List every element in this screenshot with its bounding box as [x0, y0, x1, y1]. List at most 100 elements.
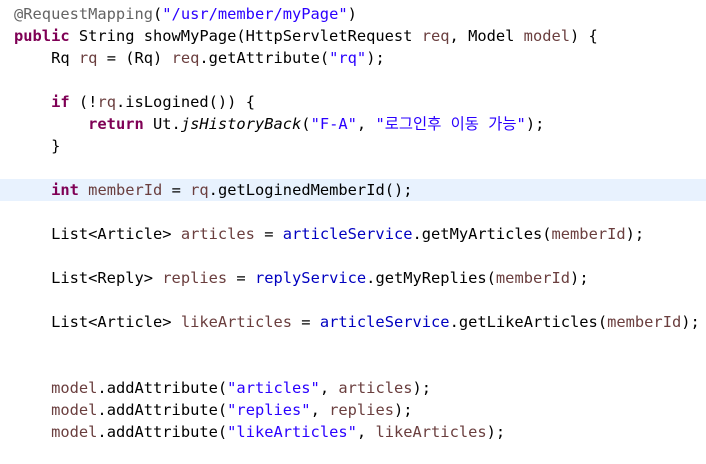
- code-line[interactable]: List<Article> likeArticles = articleServ…: [0, 311, 706, 333]
- code-line-current[interactable]: int memberId = rq.getLoginedMemberId();: [0, 179, 706, 201]
- code-token-plain: .getMyReplies(: [366, 269, 496, 287]
- code-token-plain: );: [393, 401, 413, 419]
- code-token-str: "likeArticles": [227, 423, 357, 441]
- code-token-plain: List<Article>: [51, 313, 181, 331]
- code-token-var: replies: [162, 269, 228, 287]
- code-token-plain: .getLoginedMemberId();: [208, 181, 413, 199]
- code-token-plain: , Model: [449, 27, 524, 45]
- code-token-plain: .getAttribute(: [199, 49, 330, 67]
- code-token-plain: (: [301, 115, 311, 133]
- code-line[interactable]: [0, 355, 706, 377]
- code-line[interactable]: [0, 69, 706, 91]
- code-token-plain: ,: [356, 423, 376, 441]
- code-token-var: likeArticles: [375, 423, 487, 441]
- code-token-plain: );: [366, 49, 385, 67]
- code-token-str: "rq": [329, 49, 367, 67]
- code-line[interactable]: [0, 245, 706, 267]
- code-token-field: articleService: [319, 313, 450, 331]
- code-token-plain: =: [292, 313, 320, 331]
- code-token-var: memberId: [607, 313, 682, 331]
- code-token-kw: public: [14, 27, 70, 45]
- code-line[interactable]: model.addAttribute("replies", replies);: [0, 399, 706, 421]
- code-line[interactable]: [0, 201, 706, 223]
- code-token-str: "로그인후 이동 가능": [375, 115, 526, 133]
- code-line[interactable]: model.addAttribute("likeArticles", likeA…: [0, 421, 706, 443]
- code-line[interactable]: List<Reply> replies = replyService.getMy…: [0, 267, 706, 289]
- code-token-plain: =: [162, 181, 191, 199]
- code-token-plain: = (Rq): [97, 49, 172, 67]
- code-token-str: "replies": [227, 401, 311, 419]
- code-line[interactable]: }: [0, 135, 706, 157]
- code-token-var: memberId: [551, 225, 626, 243]
- code-line[interactable]: [0, 289, 706, 311]
- code-token-italic: jsHistoryBack: [180, 115, 302, 133]
- code-line[interactable]: List<Article> articles = articleService.…: [0, 223, 706, 245]
- code-token-kw: if: [51, 93, 70, 111]
- code-token-kw: return: [88, 115, 144, 133]
- code-token-plain: String showMyPage(HttpServletRequest: [69, 27, 422, 45]
- code-token-plain: .addAttribute(: [97, 423, 228, 441]
- code-token-plain: .isLogined()) {: [115, 93, 255, 111]
- code-token-var: model: [51, 379, 98, 397]
- code-token-plain: Rq: [51, 49, 79, 67]
- code-token-var: req: [171, 49, 200, 67]
- code-token-plain: .getMyArticles(: [412, 225, 552, 243]
- code-token-field: articleService: [282, 225, 413, 243]
- code-token-var: memberId: [495, 269, 571, 287]
- code-token-plain: (!: [69, 93, 98, 111]
- code-token-var: req: [421, 27, 450, 45]
- code-editor[interactable]: @RequestMapping("/usr/member/myPage") pub…: [0, 0, 706, 464]
- code-token-plain: ,: [310, 401, 330, 419]
- code-token-var: likeArticles: [180, 313, 293, 331]
- code-token-plain: ,: [319, 379, 339, 397]
- code-token-plain: =: [254, 225, 283, 243]
- code-token-plain: =: [227, 269, 255, 287]
- code-line[interactable]: return Ut.jsHistoryBack("F-A", "로그인후 이동 …: [0, 113, 706, 135]
- code-token-kw: int: [51, 181, 79, 199]
- code-line[interactable]: public String showMyPage(HttpServletRequ…: [0, 25, 706, 47]
- code-token-var: memberId: [88, 181, 163, 199]
- code-token-plain: List<Article>: [51, 225, 181, 243]
- code-token-plain: );: [625, 225, 645, 243]
- code-line[interactable]: model.addAttribute("articles", articles)…: [0, 377, 706, 399]
- code-token-str: "articles": [227, 379, 320, 397]
- code-token-var: articles: [338, 379, 413, 397]
- code-token-plain: );: [681, 313, 700, 331]
- code-token-ann: @RequestMapping: [14, 5, 153, 23]
- code-token-plain: (: [153, 5, 163, 23]
- code-token-plain: ): [347, 5, 357, 23]
- code-token-field: replyService: [254, 269, 367, 287]
- code-line[interactable]: Rq rq = (Rq) req.getAttribute("rq");: [0, 47, 706, 69]
- code-token-plain: );: [525, 115, 545, 133]
- code-line[interactable]: [0, 333, 706, 355]
- code-token-plain: }: [51, 137, 61, 155]
- code-token-var: model: [523, 27, 571, 45]
- code-token-var: model: [51, 423, 98, 441]
- code-token-plain: .addAttribute(: [97, 401, 228, 419]
- code-line[interactable]: if (!rq.isLogined()) {: [0, 91, 706, 113]
- code-token-var: replies: [329, 401, 394, 419]
- code-line[interactable]: @RequestMapping("/usr/member/myPage"): [0, 3, 706, 25]
- code-token-plain: );: [570, 269, 589, 287]
- code-token-var: articles: [180, 225, 255, 243]
- code-token-str: "/usr/member/myPage": [162, 5, 348, 23]
- code-line[interactable]: [0, 157, 706, 179]
- code-token-var: rq: [97, 93, 116, 111]
- code-token-plain: );: [412, 379, 432, 397]
- code-token-var: rq: [190, 181, 209, 199]
- code-token-plain: .addAttribute(: [97, 379, 228, 397]
- code-token-plain: Ut.: [143, 115, 181, 133]
- code-token-plain: ,: [356, 115, 376, 133]
